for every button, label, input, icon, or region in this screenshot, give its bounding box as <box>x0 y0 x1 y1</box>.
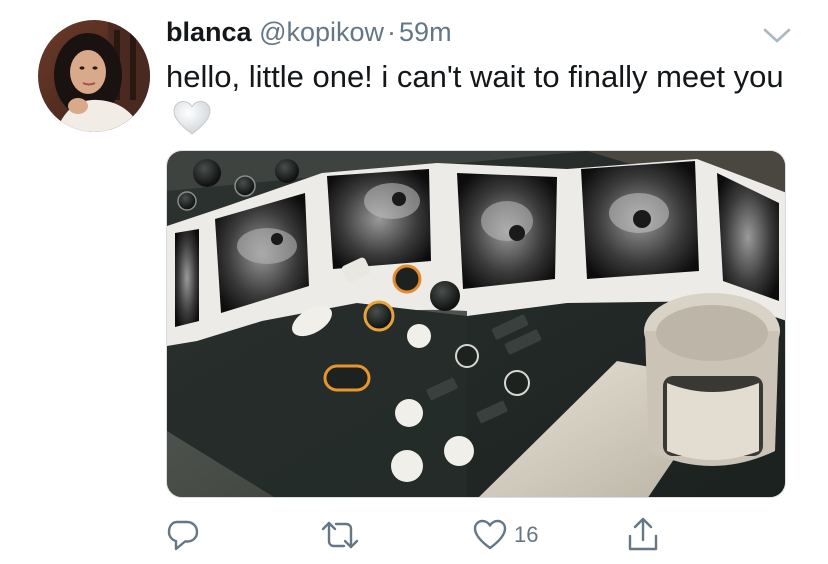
tweet-body: hello, little one! i can't wait to final… <box>166 59 784 94</box>
display-name[interactable]: blanca <box>166 17 252 47</box>
tweet-header: blanca @kopikow · 59m <box>166 14 452 50</box>
user-handle[interactable]: @kopikow <box>259 17 384 47</box>
separator-dot: · <box>387 17 397 47</box>
tweet-text: hello, little one! i can't wait to final… <box>166 56 806 140</box>
avatar[interactable] <box>38 20 150 132</box>
like-button[interactable]: 16 <box>472 510 538 560</box>
share-button[interactable] <box>626 510 660 560</box>
avatar-image <box>38 20 150 132</box>
reply-icon <box>167 520 199 551</box>
tweet-photo[interactable] <box>166 150 786 498</box>
like-count: 16 <box>514 522 539 547</box>
white-heart-emoji <box>172 100 212 136</box>
timestamp[interactable]: 59m <box>399 17 452 47</box>
share-icon <box>628 517 658 551</box>
chevron-down-icon[interactable] <box>760 22 794 48</box>
heart-icon <box>473 519 507 550</box>
ultrasound-machine-photo <box>167 151 785 497</box>
retweet-icon <box>321 521 359 549</box>
reply-button[interactable] <box>166 510 200 560</box>
retweet-button[interactable] <box>320 510 360 560</box>
tweet-actions: 16 <box>166 510 686 560</box>
